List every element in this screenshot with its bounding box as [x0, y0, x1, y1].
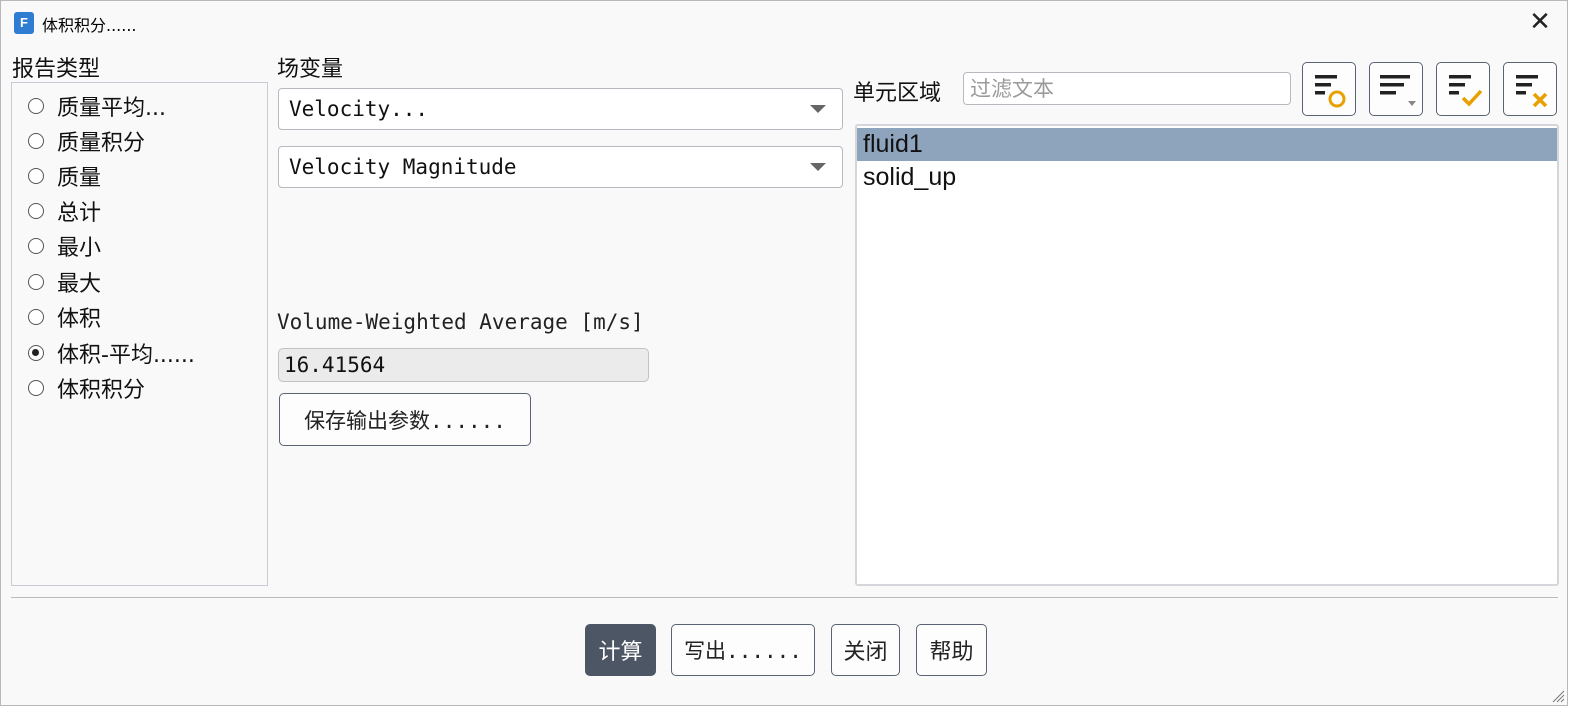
resize-grip-icon[interactable]: [1549, 687, 1565, 703]
field-category-dropdown[interactable]: Velocity...: [278, 88, 843, 130]
select-matching-icon: [1315, 75, 1346, 108]
compute-label: 计算: [598, 640, 643, 665]
radio-label: 体积-平均......: [57, 343, 195, 368]
close-button[interactable]: 关闭: [831, 624, 900, 676]
field-variable-dropdown[interactable]: Velocity Magnitude: [278, 146, 843, 188]
radio-button-icon[interactable]: [28, 274, 44, 290]
deselect-all-button[interactable]: [1503, 62, 1557, 116]
cell-zone-list[interactable]: fluid1 solid_up: [855, 124, 1559, 586]
dropdown-arrow-icon: [810, 163, 826, 171]
select-matching-button[interactable]: [1302, 62, 1356, 116]
window-title: 体积积分......: [42, 16, 137, 35]
list-item-fluid1[interactable]: fluid1: [857, 128, 1557, 161]
save-output-parameter-button[interactable]: 保存输出参数......: [279, 393, 531, 446]
radio-label: 总计: [57, 201, 102, 226]
filter-options-button[interactable]: [1369, 62, 1423, 116]
radio-sum[interactable]: 总计: [28, 196, 101, 226]
field-variable-value: Velocity Magnitude: [289, 155, 517, 179]
help-label: 帮助: [929, 640, 974, 665]
radio-button-icon[interactable]: [28, 203, 44, 219]
radio-volume[interactable]: 体积: [28, 302, 101, 332]
volume-integrals-dialog: F 体积积分...... ✕ 报告类型 质量平均... 质量积分 质量 总计 最…: [0, 0, 1568, 706]
radio-mass-integral[interactable]: 质量积分: [28, 126, 145, 156]
compute-button[interactable]: 计算: [585, 624, 656, 676]
radio-maximum[interactable]: 最大: [28, 267, 101, 297]
field-category-value: Velocity...: [289, 97, 429, 121]
result-value-field: 16.41564: [278, 348, 649, 382]
list-item-solid-up[interactable]: solid_up: [857, 161, 1557, 194]
radio-label: 质量积分: [57, 131, 146, 156]
radio-label: 体积积分: [57, 378, 146, 403]
report-type-label: 报告类型: [12, 57, 101, 82]
title-bar: F 体积积分...... ✕: [1, 1, 1567, 45]
select-all-button[interactable]: [1436, 62, 1490, 116]
sort-filter-dropdown-icon: [1380, 75, 1416, 106]
radio-volume-integral[interactable]: 体积积分: [28, 373, 145, 403]
field-variable-label: 场变量: [277, 57, 344, 82]
radio-minimum[interactable]: 最小: [28, 231, 101, 261]
radio-label: 最大: [57, 272, 102, 297]
close-label: 关闭: [843, 640, 888, 665]
radio-mass[interactable]: 质量: [28, 161, 101, 191]
result-label: Volume-Weighted Average [m/s]: [277, 310, 644, 334]
radio-button-icon[interactable]: [28, 238, 44, 254]
cell-zones-label: 单元区域: [853, 81, 942, 106]
save-output-parameter-label: 保存输出参数......: [304, 408, 506, 433]
help-button[interactable]: 帮助: [916, 624, 987, 676]
report-type-group: 质量平均... 质量积分 质量 总计 最小 最大 体积 体积-平均......: [11, 82, 268, 586]
radio-button-icon[interactable]: [28, 133, 44, 149]
filter-text-input[interactable]: [963, 72, 1291, 105]
footer-separator: [11, 597, 1558, 598]
radio-label: 质量: [57, 166, 102, 191]
filter-text-field[interactable]: [964, 73, 1290, 104]
radio-button-icon[interactable]: [28, 98, 44, 114]
radio-button-icon[interactable]: [28, 309, 44, 325]
radio-label: 最小: [57, 236, 102, 261]
radio-button-checked-icon[interactable]: [28, 345, 44, 361]
radio-label: 质量平均...: [57, 96, 166, 121]
write-button[interactable]: 写出......: [671, 624, 815, 676]
radio-label: 体积: [57, 307, 102, 332]
fluent-app-icon: F: [14, 12, 34, 34]
radio-button-icon[interactable]: [28, 168, 44, 184]
radio-volume-average[interactable]: 体积-平均......: [28, 338, 195, 368]
deselect-all-icon: [1516, 75, 1548, 108]
result-value: 16.41564: [284, 353, 386, 377]
radio-button-icon[interactable]: [28, 380, 44, 396]
select-all-icon: [1449, 75, 1483, 107]
dropdown-arrow-icon: [810, 105, 826, 113]
close-window-icon[interactable]: ✕: [1525, 7, 1555, 37]
write-label: 写出......: [684, 639, 802, 663]
radio-mass-weighted-average[interactable]: 质量平均...: [28, 91, 166, 121]
